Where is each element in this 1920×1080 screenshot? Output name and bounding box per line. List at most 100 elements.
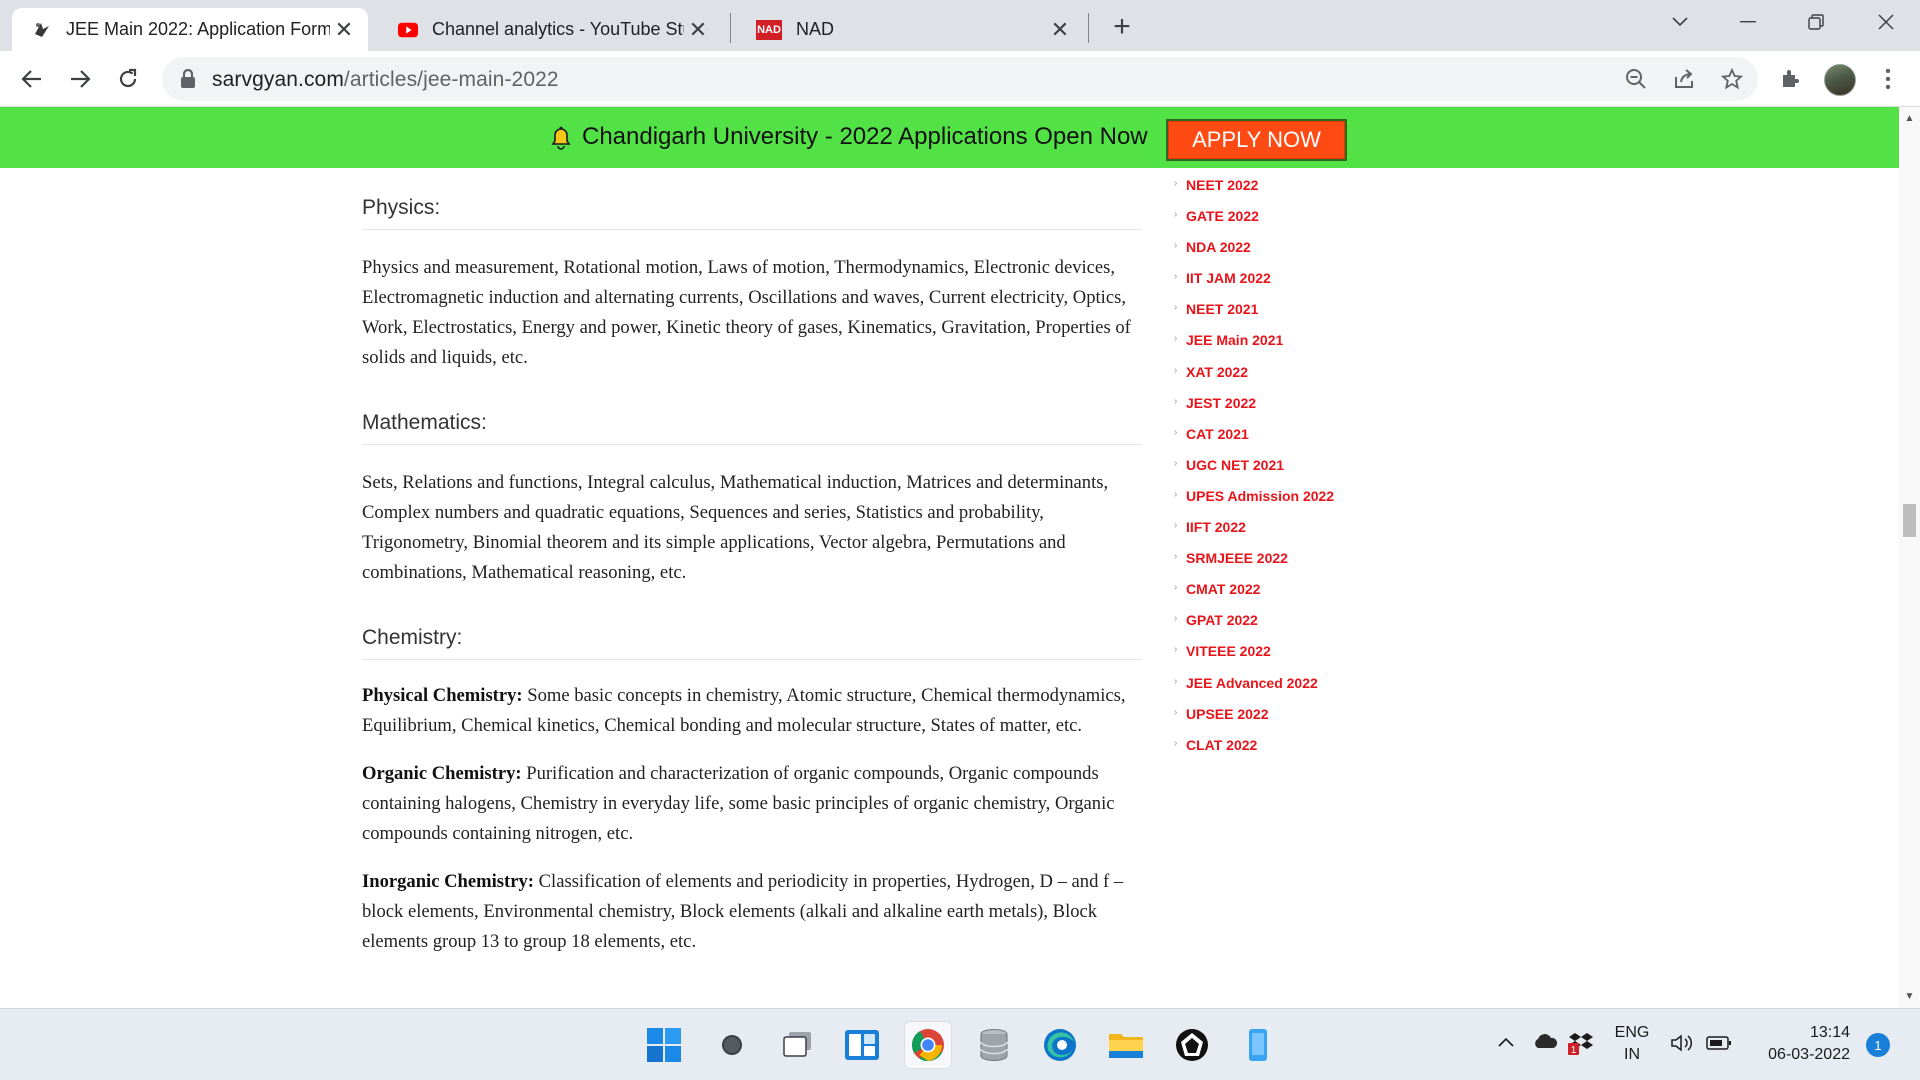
chemistry-heading: Chemistry: xyxy=(362,626,1142,660)
share-icon[interactable] xyxy=(1670,65,1698,93)
sidebar-link[interactable]: › JEE Main 2021 xyxy=(1174,332,1414,363)
back-button[interactable] xyxy=(12,59,52,99)
search-icon[interactable] xyxy=(708,1021,756,1069)
chevron-right-icon: › xyxy=(1174,302,1178,314)
sidebar-link[interactable]: › JEE Advanced 2022 xyxy=(1174,675,1414,706)
chevron-right-icon: › xyxy=(1174,457,1178,469)
sidebar-link[interactable]: › UPES Admission 2022 xyxy=(1174,488,1414,519)
page-scrollbar[interactable]: ▲ ▼ xyxy=(1899,107,1920,1008)
sidebar-link[interactable]: › GATE 2022 xyxy=(1174,208,1414,239)
sidebar-link[interactable]: › GPAT 2022 xyxy=(1174,612,1414,643)
url-text[interactable]: sarvgyan.com/articles/jee-main-2022 xyxy=(212,68,559,92)
chevron-right-icon: › xyxy=(1174,613,1178,625)
task-view-icon[interactable] xyxy=(774,1021,822,1069)
tab-jee-main[interactable]: JEE Main 2022: Application Form ✕ xyxy=(12,8,368,51)
physical-chemistry-paragraph: Physical Chemistry: Some basic concepts … xyxy=(362,681,1142,741)
reload-button[interactable] xyxy=(108,59,148,99)
tab-nad[interactable]: NAD NAD ✕ xyxy=(736,8,1084,51)
tab-strip: JEE Main 2022: Application Form ✕ Channe… xyxy=(0,0,1920,51)
chevron-right-icon: › xyxy=(1174,426,1178,438)
clock[interactable]: 13:14 06-03-2022 xyxy=(1750,1022,1850,1066)
app-icon[interactable] xyxy=(1168,1021,1216,1069)
sidebar-link[interactable]: › NDA 2022 xyxy=(1174,239,1414,270)
close-tab-icon[interactable]: ✕ xyxy=(1046,16,1074,44)
sidebar-link[interactable]: › JEST 2022 xyxy=(1174,395,1414,426)
article-content: Physics: Physics and measurement, Rotati… xyxy=(362,168,1142,957)
edge-icon[interactable] xyxy=(1036,1021,1084,1069)
tab-separator xyxy=(730,13,731,43)
sidebar-link[interactable]: › UPSEE 2022 xyxy=(1174,706,1414,737)
promo-text: Chandigarh University - 2022 Application… xyxy=(582,123,1148,150)
sidebar-link[interactable]: › NEET 2022 xyxy=(1174,177,1414,208)
clock-date: 06-03-2022 xyxy=(1768,1046,1850,1063)
dropbox-icon[interactable]: 1 xyxy=(1568,1031,1594,1060)
bell-icon xyxy=(549,125,573,151)
sidebar-link[interactable]: › CLAT 2022 xyxy=(1174,737,1414,768)
mathematics-heading: Mathematics: xyxy=(362,411,1142,445)
database-icon[interactable] xyxy=(970,1021,1018,1069)
notification-badge[interactable]: 1 xyxy=(1866,1033,1890,1057)
svg-text:1: 1 xyxy=(1571,1045,1577,1055)
sidebar-link[interactable]: › IIT JAM 2022 xyxy=(1174,270,1414,301)
tab-youtube-studio[interactable]: Channel analytics - YouTube Studio ✕ xyxy=(378,8,722,51)
chevron-right-icon: › xyxy=(1174,551,1178,563)
apply-now-button[interactable]: APPLY NOW xyxy=(1166,119,1347,161)
widgets-icon[interactable] xyxy=(838,1021,886,1069)
sidebar-link[interactable]: › IIFT 2022 xyxy=(1174,519,1414,550)
chevron-right-icon: › xyxy=(1174,488,1178,500)
new-tab-button[interactable]: + xyxy=(1106,10,1138,43)
scroll-up-arrow-icon[interactable]: ▲ xyxy=(1903,113,1916,125)
sidebar-link[interactable]: › NEET 2021 xyxy=(1174,301,1414,332)
chevron-right-icon: › xyxy=(1174,364,1178,376)
volume-icon[interactable] xyxy=(1670,1033,1696,1058)
onedrive-cloud-icon[interactable] xyxy=(1532,1033,1558,1054)
chrome-icon[interactable] xyxy=(904,1021,952,1069)
chevron-right-icon: › xyxy=(1174,178,1178,189)
extensions-icon[interactable] xyxy=(1774,63,1806,95)
profile-avatar[interactable] xyxy=(1824,64,1856,96)
chevron-right-icon: › xyxy=(1174,395,1178,407)
sidebar-link[interactable]: › SRMJEEE 2022 xyxy=(1174,550,1414,581)
url-path: /articles/jee-main-2022 xyxy=(343,68,559,91)
chrome-menu-icon[interactable] xyxy=(1872,63,1904,95)
tab-separator xyxy=(1088,13,1089,43)
scroll-down-arrow-icon[interactable]: ▼ xyxy=(1903,991,1916,1003)
physical-chemistry-label: Physical Chemistry: xyxy=(362,685,523,706)
close-tab-icon[interactable]: ✕ xyxy=(684,16,712,44)
phone-link-icon[interactable] xyxy=(1234,1021,1282,1069)
address-bar[interactable]: sarvgyan.com/articles/jee-main-2022 xyxy=(162,57,1758,101)
inorganic-chemistry-paragraph: Inorganic Chemistry: Classification of e… xyxy=(362,867,1142,957)
sidebar-link[interactable]: › UGC NET 2021 xyxy=(1174,457,1414,488)
chevron-right-icon: › xyxy=(1174,644,1178,656)
sidebar-link[interactable]: › VITEEE 2022 xyxy=(1174,643,1414,674)
restore-icon[interactable] xyxy=(1792,4,1840,40)
browser-toolbar: sarvgyan.com/articles/jee-main-2022 xyxy=(0,51,1920,107)
organic-chemistry-label: Organic Chemistry: xyxy=(362,763,522,784)
scrollbar-thumb[interactable] xyxy=(1903,504,1916,537)
sidebar-exam-links: › NEET 2022 › GATE 2022 › NDA 2022 › IIT JAM… xyxy=(1174,177,1414,768)
close-window-icon[interactable] xyxy=(1862,4,1910,40)
file-explorer-icon[interactable] xyxy=(1102,1021,1150,1069)
mathematics-syllabus: Sets, Relations and functions, Integral … xyxy=(362,472,1109,583)
close-tab-icon[interactable]: ✕ xyxy=(330,16,358,44)
forward-button[interactable] xyxy=(60,59,100,99)
chevron-right-icon: › xyxy=(1174,240,1178,252)
sidebar-link[interactable]: › CAT 2021 xyxy=(1174,426,1414,457)
sidebar-link[interactable]: › CMAT 2022 xyxy=(1174,581,1414,612)
show-hidden-icons-chevron-icon[interactable] xyxy=(1498,1034,1514,1052)
lock-icon[interactable] xyxy=(180,68,196,89)
bookmark-star-icon[interactable] xyxy=(1718,65,1746,93)
url-domain: sarvgyan.com xyxy=(212,68,344,91)
tab-title: Channel analytics - YouTube Studio xyxy=(432,19,684,39)
zoom-icon[interactable] xyxy=(1622,65,1650,93)
windows-start-icon[interactable] xyxy=(640,1021,688,1069)
tab-title: JEE Main 2022: Application Form xyxy=(66,19,330,39)
sidebar-link[interactable]: › XAT 2022 xyxy=(1174,364,1414,395)
chevron-right-icon: › xyxy=(1174,706,1178,718)
tab-search-chevron-icon[interactable] xyxy=(1656,4,1704,40)
language-indicator[interactable]: ENG IN xyxy=(1614,1022,1650,1066)
battery-icon[interactable] xyxy=(1706,1035,1732,1056)
windows-taskbar: 1 ENG IN 13:14 06-03-2022 1 xyxy=(0,1008,1920,1080)
physics-heading: Physics: xyxy=(362,196,1142,230)
minimize-icon[interactable] xyxy=(1724,4,1772,40)
